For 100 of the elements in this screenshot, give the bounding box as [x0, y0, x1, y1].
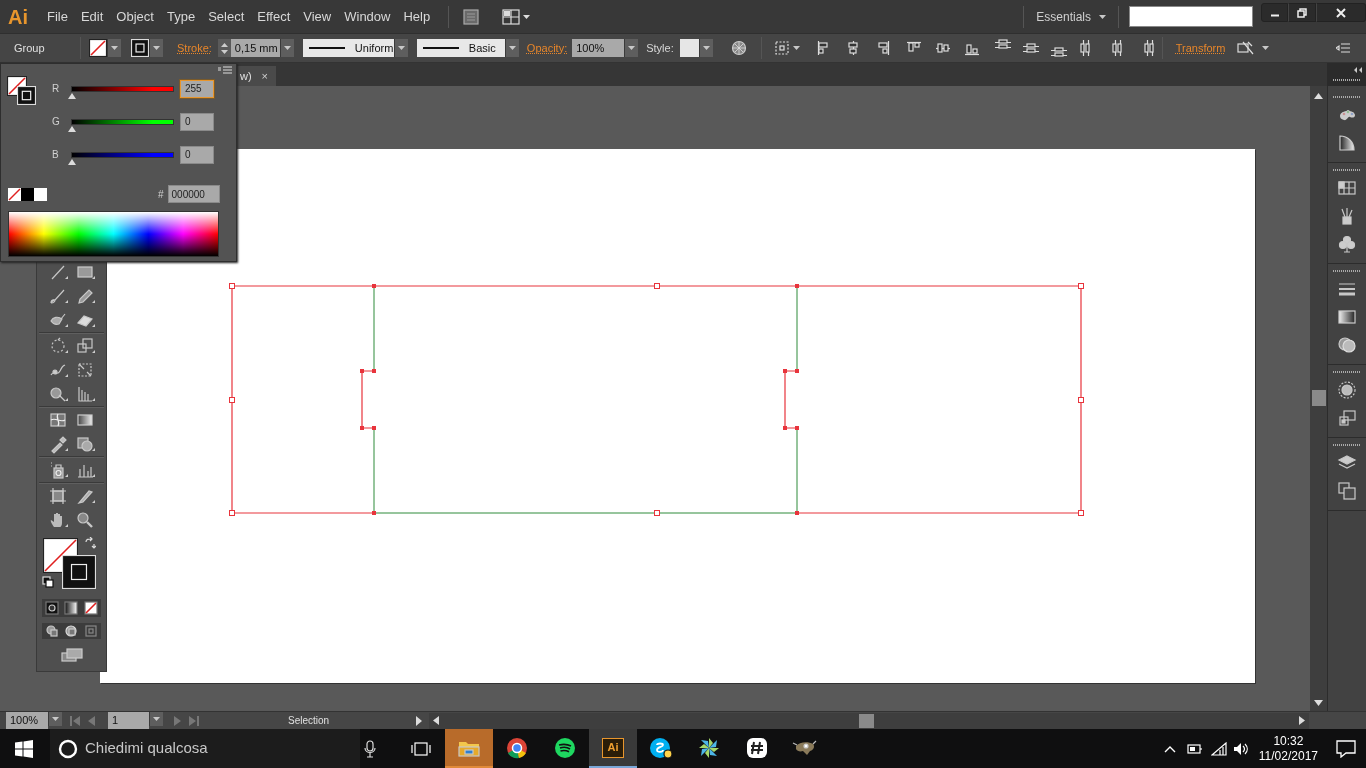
status-menu-icon[interactable]: [415, 715, 423, 726]
overlapping-circles-icon[interactable]: [1337, 335, 1357, 355]
gradient-wedge-icon[interactable]: [1337, 133, 1357, 153]
panel-grip-icon[interactable]: [1332, 168, 1362, 172]
appearance-circle-icon[interactable]: [1337, 380, 1357, 400]
artboards-icon[interactable]: [1337, 408, 1357, 428]
vertical-scrollbar[interactable]: [1310, 86, 1327, 711]
stroke-swatch[interactable]: [131, 39, 149, 57]
bridge-icon[interactable]: [463, 8, 480, 25]
swatches-grid-icon[interactable]: [1337, 178, 1357, 198]
search-field[interactable]: [1129, 6, 1253, 27]
brush-dropdown[interactable]: Basic: [416, 39, 505, 57]
scroll-thumb[interactable]: [1311, 390, 1326, 406]
collapse-panels-icon[interactable]: [1353, 66, 1363, 74]
stroke-link[interactable]: Stroke:: [177, 39, 212, 57]
value-field[interactable]: 100%: [6, 711, 48, 730]
gradient-panel-icon[interactable]: [1337, 307, 1357, 327]
default-colors-icon[interactable]: [42, 576, 54, 588]
clock[interactable]: 10:32 11/02/2017: [1254, 733, 1322, 764]
panel-grip-icon[interactable]: [1332, 269, 1362, 273]
menu-item[interactable]: Effect: [257, 6, 291, 27]
value-field[interactable]: 0,15 mm: [230, 39, 280, 57]
arrange-documents-icon[interactable]: [502, 8, 521, 25]
shape-builder-icon[interactable]: [48, 384, 69, 404]
panel-menu-icon[interactable]: [1336, 43, 1350, 53]
volume-icon[interactable]: [1232, 741, 1249, 756]
notifications-icon[interactable]: [1336, 739, 1356, 758]
menu-item[interactable]: Object: [116, 6, 154, 27]
dropdown-button[interactable]: [149, 39, 163, 57]
align-middle-icon[interactable]: [934, 40, 951, 56]
menu-item[interactable]: Window: [344, 6, 391, 27]
none-color-swatch[interactable]: [8, 187, 21, 201]
restore-button[interactable]: [1288, 3, 1316, 22]
spray-can-icon[interactable]: [48, 460, 69, 480]
transform-link[interactable]: Transform: [1175, 39, 1226, 57]
channel-value-field[interactable]: 0: [180, 112, 214, 131]
panel-grip-icon[interactable]: [1332, 370, 1362, 374]
scroll-thumb[interactable]: [859, 713, 874, 728]
scroll-down-icon[interactable]: [1314, 700, 1323, 706]
panel-grip-icon[interactable]: [1332, 95, 1362, 99]
rotate-icon[interactable]: [48, 336, 69, 356]
close-button[interactable]: [1316, 3, 1366, 22]
hex-value-field[interactable]: 000000: [167, 185, 220, 203]
channel-value-field[interactable]: 255: [180, 79, 214, 98]
taskbar-button[interactable]: Ai: [589, 729, 637, 768]
fill-swatch[interactable]: [89, 39, 107, 57]
slider-thumb[interactable]: [68, 125, 76, 132]
value-field[interactable]: 1: [108, 711, 149, 730]
gradient-mode-icon[interactable]: [64, 601, 79, 615]
mesh-icon[interactable]: [48, 410, 69, 430]
menu-item[interactable]: View: [303, 6, 332, 27]
scroll-up-icon[interactable]: [1314, 93, 1323, 99]
scroll-left-icon[interactable]: [433, 716, 439, 725]
color-swatch[interactable]: [34, 187, 47, 201]
tab-close-button[interactable]: ×: [261, 70, 268, 82]
minimize-button[interactable]: [1261, 3, 1288, 22]
draw-inside-icon[interactable]: [85, 625, 98, 637]
draw-behind-icon[interactable]: [65, 625, 78, 637]
spinner-button[interactable]: [217, 39, 231, 57]
scale-icon[interactable]: [74, 336, 95, 356]
menu-item[interactable]: Edit: [80, 6, 104, 27]
panel-grip-icon[interactable]: [1332, 78, 1362, 82]
color-wheel-icon[interactable]: [730, 40, 747, 56]
color-swatch[interactable]: [21, 187, 34, 201]
menu-item[interactable]: File: [47, 6, 68, 27]
profile-dropdown[interactable]: Uniform: [302, 39, 394, 57]
dropdown-button[interactable]: [48, 711, 62, 726]
panel-menu-icon[interactable]: [218, 66, 232, 74]
scroll-right-icon[interactable]: [1299, 716, 1305, 725]
color-mode-icon[interactable]: [44, 601, 59, 615]
microphone-icon[interactable]: [364, 739, 376, 758]
isolate-group-icon[interactable]: [1237, 40, 1256, 56]
menu-item[interactable]: Type: [166, 6, 196, 27]
slider-thumb[interactable]: [68, 158, 76, 165]
no-fill-mode-icon[interactable]: [84, 601, 99, 615]
stroke-color-swatch[interactable]: [62, 555, 96, 589]
select-to-icon[interactable]: [773, 40, 790, 56]
club-icon[interactable]: [1337, 234, 1357, 254]
menu-item[interactable]: Select: [208, 6, 245, 27]
panel-grip-icon[interactable]: [1332, 443, 1362, 447]
zoom-icon[interactable]: [74, 510, 95, 530]
hand-icon[interactable]: [48, 510, 69, 530]
stroke-color-swatch[interactable]: [17, 86, 36, 105]
opacity-link[interactable]: Opacity:: [526, 39, 568, 57]
menu-item[interactable]: Help: [403, 6, 431, 27]
dropdown-button[interactable]: [107, 39, 121, 57]
blend-icon[interactable]: [74, 434, 95, 454]
slider-thumb[interactable]: [68, 92, 76, 99]
dropdown-button[interactable]: [149, 711, 163, 726]
horizontal-scrollbar[interactable]: [429, 712, 1309, 729]
dropdown-button[interactable]: [624, 39, 639, 57]
battery-icon[interactable]: [1186, 743, 1203, 754]
style-swatch[interactable]: [679, 39, 699, 57]
screen-mode-icon[interactable]: [60, 648, 83, 662]
channel-value-field[interactable]: 0: [180, 145, 214, 164]
chevron-up-icon[interactable]: [1163, 744, 1176, 753]
draw-normal-icon[interactable]: [45, 625, 58, 637]
stacked-pages-icon[interactable]: [1337, 481, 1357, 501]
workspace-switcher[interactable]: Essentials: [1036, 7, 1106, 26]
value-field[interactable]: 100%: [572, 39, 625, 57]
